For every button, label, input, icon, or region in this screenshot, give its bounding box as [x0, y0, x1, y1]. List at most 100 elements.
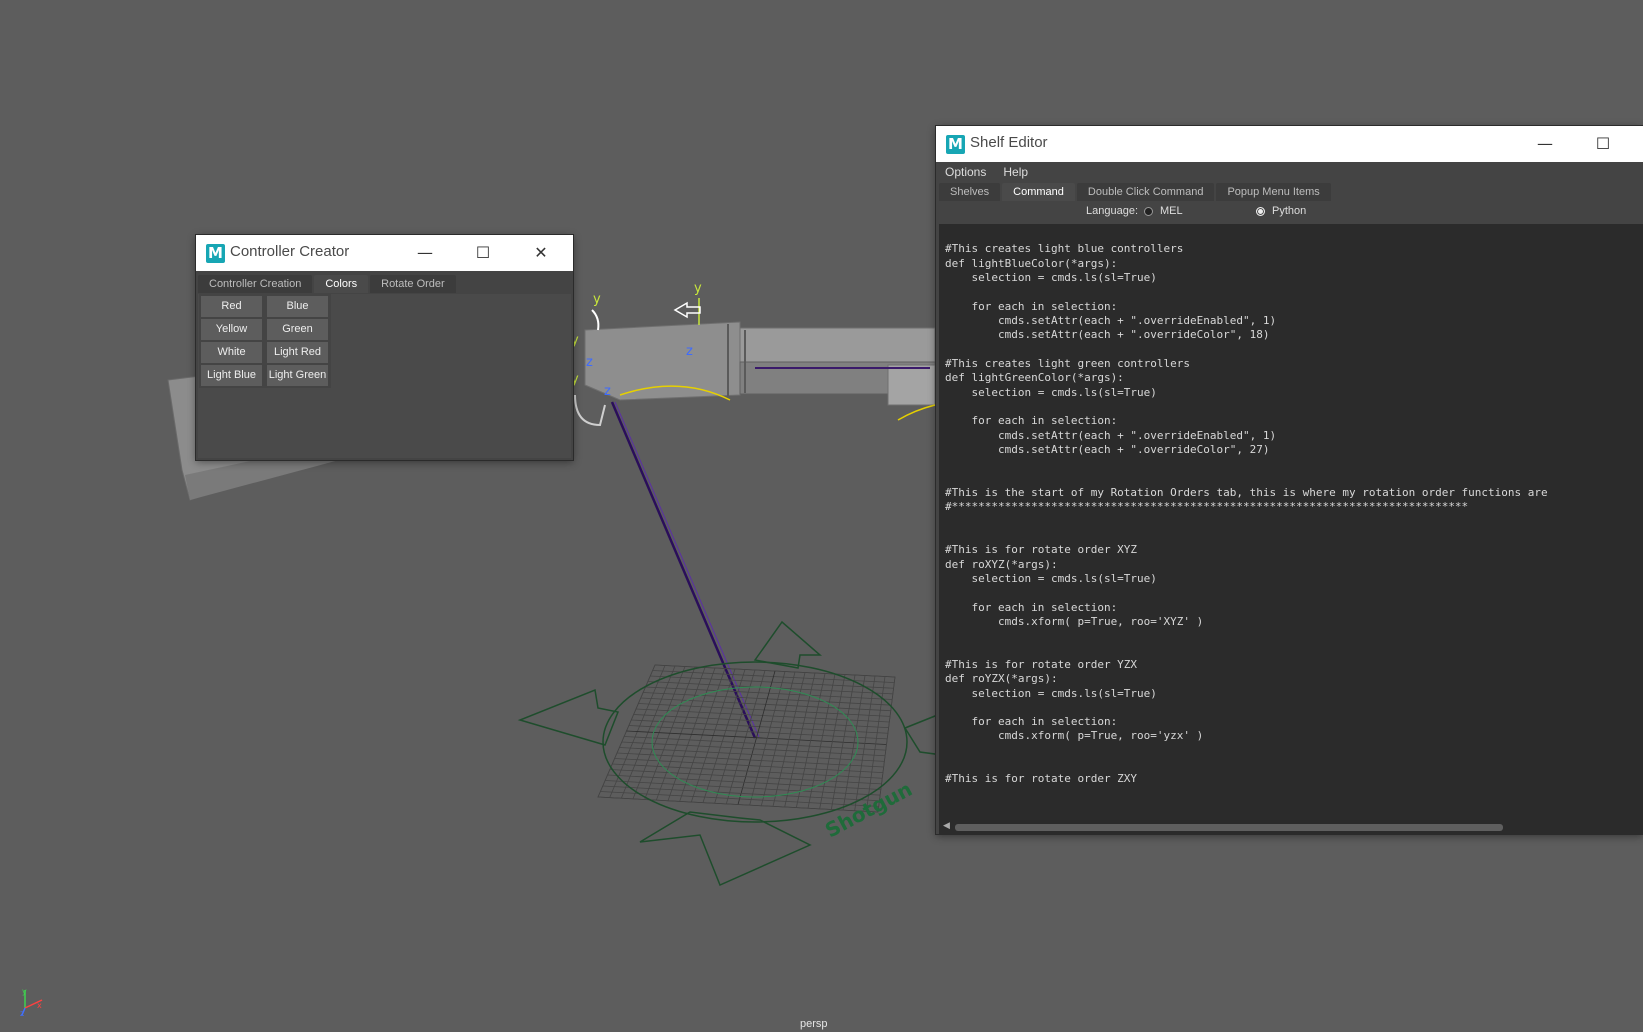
code-line: cmds.xform( p=True, roo='XYZ' ) — [945, 614, 1204, 628]
radio-python[interactable]: Python — [1256, 205, 1306, 217]
maya-viewport[interactable]: y y y y z z z Shotgun y x z persp M Cont… — [0, 0, 1643, 1032]
code-line: selection = cmds.ls(sl=True) — [945, 385, 1157, 399]
code-line: def roXYZ(*args): — [945, 557, 1058, 571]
radio-python-indicator[interactable] — [1256, 206, 1265, 216]
menu-help[interactable]: Help — [994, 162, 1036, 179]
controller-creator-tabs: Controller Creation Colors Rotate Order — [198, 275, 573, 295]
colors-panel: Red Blue Yellow Green White Light Red Li… — [198, 294, 571, 458]
shelf-editor-tabs: Shelves Command Double Click Command Popup … — [939, 183, 1643, 203]
gun-body — [574, 309, 936, 427]
radio-mel-indicator[interactable] — [1144, 206, 1153, 216]
svg-text:z: z — [20, 1009, 24, 1018]
grid-line — [607, 774, 881, 790]
code-line: cmds.setAttr(each + ".overrideColor", 27… — [945, 442, 1270, 456]
menu-options[interactable]: Options — [936, 162, 994, 179]
code-line: for each in selection: — [945, 715, 1118, 729]
code-line: def roYZX(*args): — [945, 672, 1058, 686]
tab-popup-menu-items[interactable]: Popup Menu Items — [1216, 183, 1331, 201]
code-line: cmds.setAttr(each + ".overrideEnabled", … — [945, 313, 1277, 327]
code-line: #This creates light green controllers — [945, 356, 1191, 370]
blue-button[interactable]: Blue — [267, 296, 328, 317]
tab-command[interactable]: Command — [1002, 183, 1075, 201]
minimize-button[interactable]: — — [1522, 126, 1568, 162]
svg-text:y: y — [593, 292, 601, 307]
code-line: for each in selection: — [945, 299, 1118, 313]
code-line: #This creates light blue controllers — [945, 242, 1184, 256]
code-line: selection = cmds.ls(sl=True) — [945, 571, 1157, 585]
camera-label: persp — [800, 1018, 828, 1030]
shelf-editor-menubar: Options Help — [936, 162, 1643, 182]
code-line: for each in selection: — [945, 414, 1118, 428]
svg-text:z: z — [686, 344, 693, 359]
horizontal-scrollbar[interactable]: ◀ — [939, 820, 1643, 834]
tab-shelves[interactable]: Shelves — [939, 183, 1001, 201]
grid-line — [749, 671, 786, 806]
light-green-button[interactable]: Light Green — [267, 365, 328, 386]
main-controller — [517, 620, 981, 887]
command-code-editor[interactable]: #This creates light blue controllers def … — [939, 224, 1643, 820]
yellow-button[interactable]: Yellow — [201, 319, 262, 340]
code-text[interactable]: #This creates light blue controllers def … — [939, 224, 1643, 787]
controller-creator-window[interactable]: M Controller Creator — ☐ ✕ Controller Cr… — [196, 235, 573, 460]
code-line: cmds.setAttr(each + ".overrideColor", 18… — [945, 328, 1270, 342]
maximize-button[interactable]: ☐ — [460, 235, 506, 271]
language-selector: Language: MEL Python — [936, 202, 1643, 222]
radio-mel-label: MEL — [1160, 205, 1183, 217]
red-button[interactable]: Red — [201, 296, 262, 317]
radio-mel[interactable]: MEL — [1144, 205, 1183, 217]
radio-python-label: Python — [1272, 205, 1307, 217]
code-line: #This is for rotate order ZXY — [945, 772, 1138, 786]
controller-creator-titlebar[interactable]: M Controller Creator — ☐ ✕ — [196, 235, 573, 271]
tab-controller-creation[interactable]: Controller Creation — [198, 275, 313, 293]
code-line: cmds.xform( p=True, roo='yzx' ) — [945, 729, 1204, 743]
tab-colors[interactable]: Colors — [314, 275, 369, 293]
light-blue-button[interactable]: Light Blue — [201, 365, 262, 386]
svg-text:z: z — [604, 384, 611, 399]
tab-rotate-order[interactable]: Rotate Order — [370, 275, 456, 293]
code-line: #This is the start of my Rotation Orders… — [945, 485, 1548, 499]
maximize-button[interactable]: ☐ — [1580, 126, 1626, 162]
tab-double-click-command[interactable]: Double Click Command — [1076, 183, 1215, 201]
white-button[interactable]: White — [201, 342, 262, 363]
grid-line — [819, 674, 846, 809]
shelf-editor-window[interactable]: M Shelf Editor — ☐ Options Help Shelves Co… — [936, 126, 1643, 834]
code-line: def lightBlueColor(*args): — [945, 256, 1118, 270]
color-button-grid: Red Blue Yellow Green White Light Red Li… — [199, 294, 331, 388]
svg-text:x: x — [37, 1001, 42, 1010]
grid-line — [626, 730, 887, 745]
grid-line — [602, 785, 880, 802]
code-line: for each in selection: — [945, 600, 1118, 614]
shelf-editor-titlebar[interactable]: M Shelf Editor — ☐ — [936, 126, 1643, 162]
code-line: #This is for rotate order XYZ — [945, 543, 1138, 557]
scroll-left-arrow-icon[interactable]: ◀ — [943, 821, 950, 831]
minimize-button[interactable]: — — [402, 235, 448, 271]
green-button[interactable]: Green — [267, 319, 328, 340]
light-red-button[interactable]: Light Red — [267, 342, 328, 363]
scrollbar-thumb[interactable] — [955, 824, 1503, 831]
maya-logo-icon: M — [946, 135, 965, 154]
window-title: Shelf Editor — [970, 134, 1048, 151]
grid-line — [619, 747, 885, 762]
grid-line — [609, 769, 882, 785]
svg-text:z: z — [586, 355, 593, 370]
grid-line — [624, 736, 886, 751]
language-label: Language: — [1086, 205, 1138, 217]
grid-line — [605, 780, 881, 796]
window-title: Controller Creator — [230, 243, 350, 260]
close-button[interactable]: ✕ — [518, 235, 564, 271]
grid-line — [621, 741, 886, 757]
svg-text:y: y — [22, 987, 27, 996]
